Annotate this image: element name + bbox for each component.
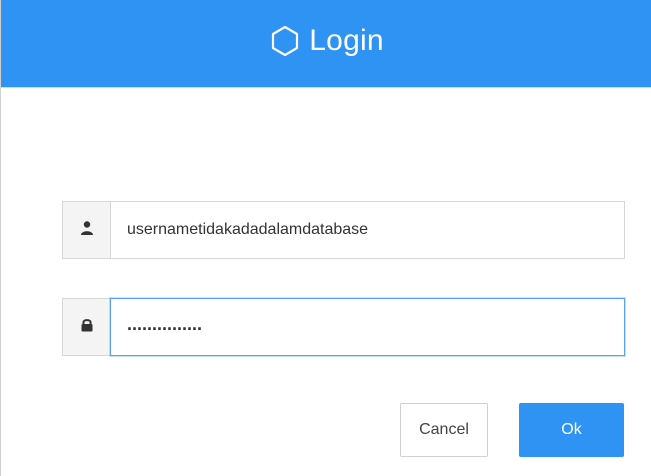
header-title-group: Login [269,23,384,57]
username-input-group[interactable]: usernametidakadadalamdatabase [62,201,625,259]
ok-button[interactable]: Ok [519,403,624,457]
cancel-button-label: Cancel [419,421,469,438]
lock-icon [80,317,94,338]
username-value: usernametidakadadalamdatabase [127,221,369,238]
password-field[interactable]: ............... [110,298,625,356]
username-field[interactable]: usernametidakadadalamdatabase [110,201,625,259]
cancel-button[interactable]: Cancel [400,403,488,457]
dialog-title: Login [309,23,384,57]
dialog-header: Login [1,0,651,88]
password-input-group[interactable]: ............... [62,298,625,356]
username-addon [62,201,110,259]
login-dialog: Login usernametidakadadalamdatabase ....… [0,0,651,476]
ok-button-label: Ok [561,421,582,438]
user-icon [79,220,95,241]
cube-icon [269,25,301,57]
password-mask: ............... [127,314,203,334]
password-addon [62,298,110,356]
